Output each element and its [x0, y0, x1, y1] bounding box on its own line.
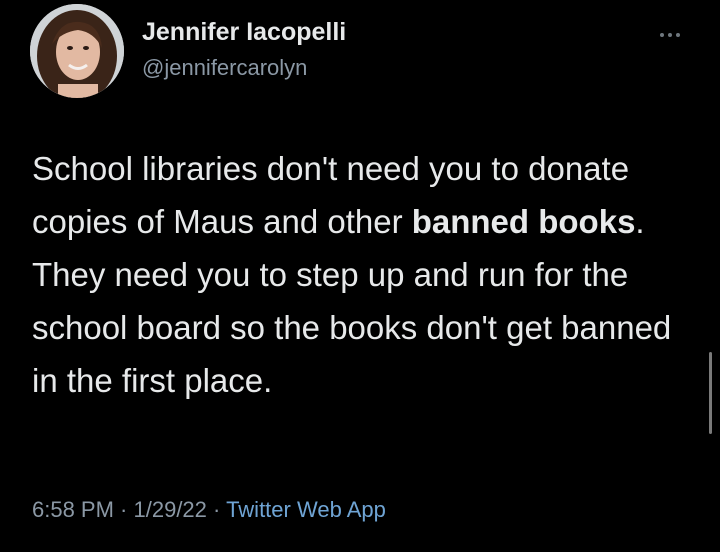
more-options-button[interactable] — [650, 20, 690, 50]
tweet-date[interactable]: 1/29/22 — [134, 497, 207, 522]
scrollbar[interactable] — [709, 352, 712, 434]
avatar[interactable] — [30, 4, 124, 98]
author-handle[interactable]: @jennifercarolyn — [142, 55, 307, 81]
profile-photo-icon — [30, 4, 124, 98]
more-horizontal-icon-dot — [676, 33, 680, 37]
more-horizontal-icon-dot — [668, 33, 672, 37]
tweet-source-link[interactable]: Twitter Web App — [226, 497, 386, 522]
tweet-text: School libraries don't need you to donat… — [32, 142, 702, 407]
tweet-time[interactable]: 6:58 PM — [32, 497, 114, 522]
meta-separator: · — [206, 497, 227, 522]
more-horizontal-icon — [660, 33, 664, 37]
tweet-text-bold: banned books — [411, 203, 636, 240]
meta-separator: · — [113, 497, 134, 522]
tweet-card: Jennifer Iacopelli @jennifercarolyn Scho… — [0, 0, 720, 552]
author-name[interactable]: Jennifer Iacopelli — [142, 18, 346, 47]
tweet-metadata: 6:58 PM · 1/29/22 · Twitter Web App — [32, 497, 386, 523]
